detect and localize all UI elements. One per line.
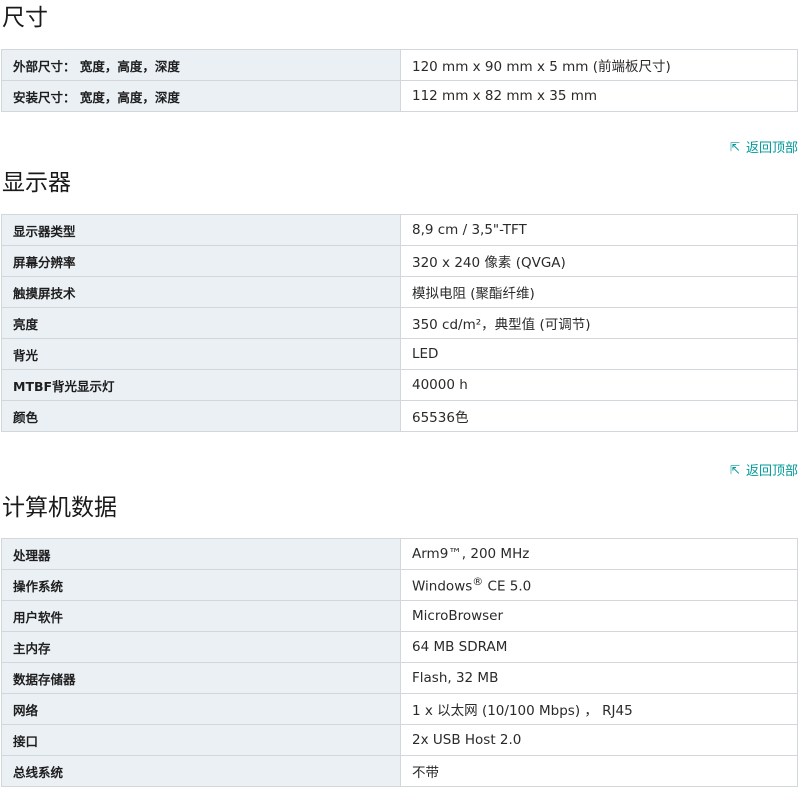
spec-key: 接口	[1, 724, 401, 756]
spec-key: 颜色	[1, 400, 401, 432]
spec-key: 主内存	[1, 631, 401, 663]
spec-key: 亮度	[1, 307, 401, 339]
spec-key: 触摸屏技术	[1, 276, 401, 308]
spec-value: 2x USB Host 2.0	[400, 724, 798, 756]
spec-value: 40000 h	[400, 369, 798, 401]
spec-value: 320 x 240 像素 (QVGA)	[400, 245, 798, 277]
table-row: 网络 1 x 以太网 (10/100 Mbps) ， RJ45	[1, 693, 798, 725]
table-row: 显示器类型 8,9 cm / 3,5"-TFT	[1, 214, 798, 246]
spec-value: 8,9 cm / 3,5"-TFT	[400, 214, 798, 246]
arrow-up-left-icon: ⇱	[729, 462, 740, 477]
spec-value: LED	[400, 338, 798, 370]
section-title-computer-data: 计算机数据	[2, 495, 117, 521]
table-row: 处理器 Arm9™, 200 MHz	[1, 538, 798, 570]
spec-key: 外部尺寸： 宽度，高度，深度	[1, 49, 401, 81]
registered-mark: ®	[472, 575, 484, 589]
table-row: 亮度 350 cd/m²，典型值 (可调节)	[1, 307, 798, 339]
spec-key: 处理器	[1, 538, 401, 570]
dimensions-table: 外部尺寸： 宽度，高度，深度 120 mm x 90 mm x 5 mm (前端…	[1, 49, 798, 112]
spec-key: 操作系统	[1, 569, 401, 601]
spec-key: 安装尺寸： 宽度，高度，深度	[1, 80, 401, 112]
back-to-top-link[interactable]: ⇱ 返回顶部	[729, 137, 798, 157]
spec-value: 模拟电阻 (聚酯纤维)	[400, 276, 798, 308]
spec-value: 120 mm x 90 mm x 5 mm (前端板尺寸)	[400, 49, 798, 81]
spec-value: Arm9™, 200 MHz	[400, 538, 798, 570]
spec-key: 屏幕分辨率	[1, 245, 401, 277]
section-title-display: 显示器	[2, 170, 71, 196]
computer-data-table: 处理器 Arm9™, 200 MHz 操作系统 Windows® CE 5.0 …	[1, 538, 798, 787]
table-row: 总线系统 不带	[1, 755, 798, 787]
table-row: 用户软件 MicroBrowser	[1, 600, 798, 632]
table-row: 背光 LED	[1, 338, 798, 370]
spec-key: MTBF背光显示灯	[1, 369, 401, 401]
spec-key: 背光	[1, 338, 401, 370]
spec-key: 用户软件	[1, 600, 401, 632]
spec-value: Flash, 32 MB	[400, 662, 798, 694]
table-row: MTBF背光显示灯 40000 h	[1, 369, 798, 401]
table-row: 触摸屏技术 模拟电阻 (聚酯纤维)	[1, 276, 798, 308]
back-to-top-link[interactable]: ⇱ 返回顶部	[729, 460, 798, 480]
table-row: 屏幕分辨率 320 x 240 像素 (QVGA)	[1, 245, 798, 277]
arrow-up-left-icon: ⇱	[729, 139, 740, 154]
table-row: 主内存 64 MB SDRAM	[1, 631, 798, 663]
section-title-dimensions: 尺寸	[2, 5, 48, 31]
spec-value: 350 cd/m²，典型值 (可调节)	[400, 307, 798, 339]
spec-value: Windows® CE 5.0	[400, 569, 798, 601]
spec-value: 112 mm x 82 mm x 35 mm	[400, 80, 798, 112]
table-row: 数据存储器 Flash, 32 MB	[1, 662, 798, 694]
display-table: 显示器类型 8,9 cm / 3,5"-TFT 屏幕分辨率 320 x 240 …	[1, 214, 798, 432]
back-to-top-label: 返回顶部	[745, 141, 798, 156]
table-row: 接口 2x USB Host 2.0	[1, 724, 798, 756]
spec-value: 64 MB SDRAM	[400, 631, 798, 663]
os-version: CE 5.0	[483, 578, 532, 595]
spec-key: 显示器类型	[1, 214, 401, 246]
table-row: 操作系统 Windows® CE 5.0	[1, 569, 798, 601]
os-name: Windows	[412, 578, 473, 595]
spec-key: 数据存储器	[1, 662, 401, 694]
spec-value: 1 x 以太网 (10/100 Mbps) ， RJ45	[400, 693, 798, 725]
table-row: 颜色 65536色	[1, 400, 798, 432]
table-row: 外部尺寸： 宽度，高度，深度 120 mm x 90 mm x 5 mm (前端…	[1, 49, 798, 81]
spec-value: 65536色	[400, 400, 798, 432]
spec-key: 网络	[1, 693, 401, 725]
spec-value: MicroBrowser	[400, 600, 798, 632]
spec-key: 总线系统	[1, 755, 401, 787]
table-row: 安装尺寸： 宽度，高度，深度 112 mm x 82 mm x 35 mm	[1, 80, 798, 112]
spec-value: 不带	[400, 755, 798, 787]
back-to-top-label: 返回顶部	[745, 464, 798, 479]
